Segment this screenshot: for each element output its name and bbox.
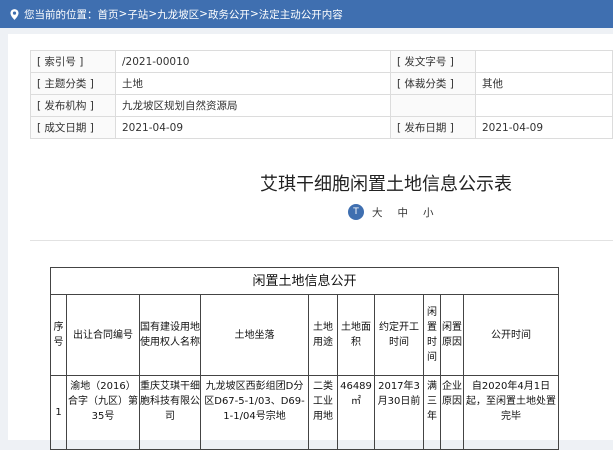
cell-usage: 二类工业用地 [308,375,338,450]
meta-value: 2021-04-09 [115,116,391,139]
breadcrumb-district[interactable]: 九龙坡区 [157,7,199,22]
font-size-icon: T [348,204,364,220]
table-row: 1 渝地（2016）合字（九区）第35号 重庆艾琪干细胞科技有限公司 九龙坡区西… [50,375,559,450]
meta-value: 土地 [115,72,391,95]
cell-area: 46489㎡ [337,375,375,450]
font-size-switcher: T 大 中 小 [348,204,449,220]
meta-value [475,94,613,117]
breadcrumb-gov-info[interactable]: 政务公开 [208,7,250,22]
breadcrumb-current[interactable]: 法定主动公开内容 [259,7,343,22]
document-meta-table: [ 索引号 ] /2021-00010 [ 发文字号 ] [ 主题分类 ] 土地… [30,50,613,139]
meta-key: [ 成文日期 ] [30,116,116,139]
header-cell: 公开时间 [463,294,559,376]
divider [30,240,613,241]
header-cell: 土地坐落 [200,294,309,376]
breadcrumb-sep: > [118,8,128,20]
header-cell: 国有建设用地使用权人名称 [139,294,201,376]
cell-index: 1 [50,375,67,450]
meta-value: 其他 [475,72,613,95]
meta-key: [ 发文字号 ] [390,50,476,73]
font-size-small-button[interactable]: 小 [423,205,434,220]
cell-start-time: 2017年3月30日前 [374,375,424,450]
breadcrumb-prefix: 您当前的位置： [24,8,98,21]
meta-row: [ 成文日期 ] 2021-04-09 [ 发布日期 ] 2021-04-09 [30,116,613,139]
meta-value: /2021-00010 [115,50,391,73]
cell-owner: 重庆艾琪干细胞科技有限公司 [139,375,201,450]
content-panel: [ 索引号 ] /2021-00010 [ 发文字号 ] [ 主题分类 ] 土地… [8,34,613,450]
meta-value: 2021-04-09 [475,116,613,139]
header-cell: 土地面积 [337,294,375,376]
cell-contract-no: 渝地（2016）合字（九区）第35号 [66,375,140,450]
header-cell: 闲置原因 [440,294,464,376]
meta-value: 九龙坡区规划自然资源局 [115,94,391,117]
meta-key: [ 体裁分类 ] [390,72,476,95]
header-cell: 约定开工时间 [374,294,424,376]
meta-key: [ 发布机构 ] [30,94,116,117]
page-title: 艾琪干细胞闲置土地信息公示表 [260,174,512,195]
cell-location: 九龙坡区西彭组团D分区D67-5-1/03、D69-1-1/04号宗地 [200,375,309,450]
header-cell: 序号 [50,294,67,376]
breadcrumb-sep: > [249,8,259,20]
meta-value [475,50,613,73]
header-cell: 土地用途 [308,294,338,376]
header-cell: 出让合同编号 [66,294,140,376]
meta-key: [ 索引号 ] [30,50,116,73]
meta-row: [ 发布机构 ] 九龙坡区规划自然资源局 [30,94,613,117]
cell-idle-reason: 企业原因 [440,375,464,450]
idle-land-table: 闲置土地信息公开 序号 出让合同编号 国有建设用地使用权人名称 土地坐落 土地用… [50,267,559,450]
cell-idle-time: 满三年 [423,375,441,450]
breadcrumb-substation[interactable]: 子站 [127,7,148,22]
breadcrumb-home[interactable]: 首页 [98,7,119,22]
breadcrumb-sep: > [148,8,158,20]
meta-key: [ 发布日期 ] [390,116,476,139]
breadcrumb: 您当前的位置： 首页 > 子站 > 九龙坡区 > 政务公开 > 法定主动公开内容 [0,0,613,28]
location-pin-icon [10,8,19,20]
meta-row: [ 主题分类 ] 土地 [ 体裁分类 ] 其他 [30,72,613,95]
meta-key [390,94,476,117]
meta-key: [ 主题分类 ] [30,72,116,95]
font-size-medium-button[interactable]: 中 [398,205,409,220]
table-caption: 闲置土地信息公开 [50,267,559,295]
breadcrumb-sep: > [199,8,208,20]
meta-row: [ 索引号 ] /2021-00010 [ 发文字号 ] [30,50,613,73]
cell-publish-time: 自2020年4月1日起，至闲置土地处置完毕 [463,375,559,450]
font-size-large-button[interactable]: 大 [372,205,383,220]
header-cell: 闲置时间 [423,294,441,376]
table-header-row: 序号 出让合同编号 国有建设用地使用权人名称 土地坐落 土地用途 土地面积 约定… [50,294,559,376]
